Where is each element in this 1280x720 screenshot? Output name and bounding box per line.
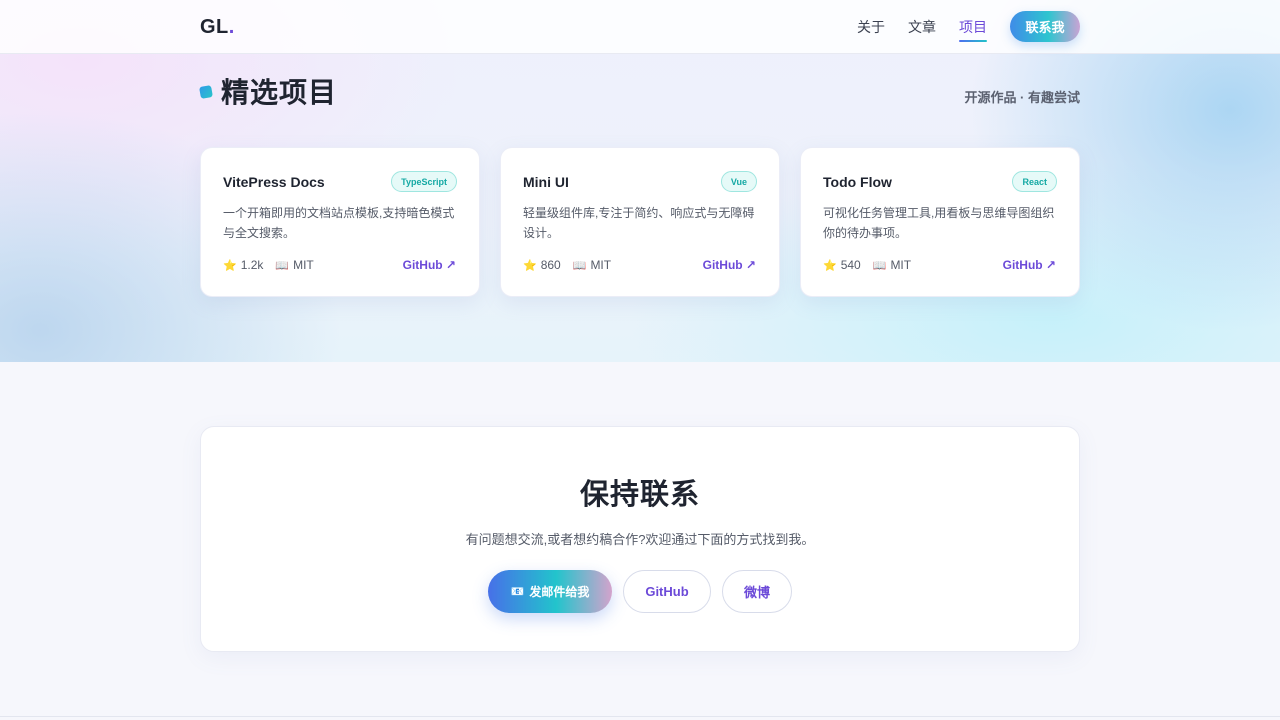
contact-description: 有问题想交流,或者想约稿合作?欢迎通过下面的方式找到我。 bbox=[465, 532, 815, 547]
logo-dot: . bbox=[228, 16, 235, 38]
project-description: 可视化任务管理工具,用看板与思维导图组织你的待办事项。 bbox=[823, 206, 1055, 240]
project-tag-badge: TypeScript bbox=[391, 171, 457, 192]
project-description: 一个开箱即用的文档站点模板,支持暗色模式与全文搜索。 bbox=[223, 206, 455, 240]
project-card-vitepress-docs: VitePress Docs TypeScript 一个开箱即用的文档站点模板,… bbox=[200, 147, 480, 297]
license-label: MIT bbox=[293, 258, 314, 272]
project-license: 📖 MIT bbox=[573, 258, 611, 272]
contact-me-button[interactable]: 联系我 bbox=[1010, 11, 1080, 42]
book-icon: 📖 bbox=[275, 259, 290, 272]
star-icon: ⭐ bbox=[223, 259, 237, 272]
send-email-label: 发邮件给我 bbox=[529, 585, 590, 599]
project-stars: ⭐ 540 bbox=[823, 258, 861, 272]
contact-title: 保持联系 bbox=[579, 479, 700, 511]
section-title: 精选项目 bbox=[221, 77, 338, 108]
section-subtitle: 开源作品 · 有趣尝试 bbox=[964, 90, 1080, 105]
project-title: Mini UI bbox=[523, 174, 569, 190]
main-nav: 关于 文章 项目 联系我 bbox=[857, 11, 1080, 42]
contact-buttons: 📧 发邮件给我 GitHub 微博 bbox=[488, 570, 792, 613]
project-meta: ⭐ 540 📖 MIT bbox=[823, 258, 923, 272]
project-stars: ⭐ 860 bbox=[523, 258, 561, 272]
mail-icon: 📧 bbox=[510, 586, 525, 598]
project-meta: ⭐ 860 📖 MIT bbox=[523, 258, 623, 272]
project-tag-badge: React bbox=[1012, 171, 1057, 192]
book-icon: 📖 bbox=[572, 259, 587, 272]
star-count: 540 bbox=[840, 258, 861, 272]
nav-link-projects[interactable]: 项目 bbox=[959, 12, 987, 42]
project-license: 📖 MIT bbox=[873, 258, 911, 272]
github-link[interactable]: GitHub ↗ bbox=[403, 258, 456, 272]
section-marker-icon bbox=[199, 85, 213, 99]
license-label: MIT bbox=[890, 258, 912, 272]
nav-link-about[interactable]: 关于 bbox=[857, 12, 885, 42]
project-card-todo-flow: Todo Flow React 可视化任务管理工具,用看板与思维导图组织你的待办… bbox=[800, 147, 1080, 297]
send-email-button[interactable]: 📧 发邮件给我 bbox=[488, 570, 612, 613]
site-logo[interactable]: GL. bbox=[200, 16, 235, 39]
project-title: VitePress Docs bbox=[223, 174, 325, 190]
footer-divider bbox=[0, 716, 1280, 717]
project-license: 📖 MIT bbox=[275, 258, 313, 272]
star-icon: ⭐ bbox=[523, 259, 537, 272]
star-icon: ⭐ bbox=[823, 259, 837, 272]
project-description: 轻量级组件库,专注于简约、响应式与无障碍设计。 bbox=[523, 206, 755, 240]
star-count: 1.2k bbox=[240, 258, 264, 272]
project-title: Todo Flow bbox=[823, 174, 892, 190]
project-card-mini-ui: Mini UI Vue 轻量级组件库,专注于简约、响应式与无障碍设计。 ⭐ 86… bbox=[500, 147, 780, 297]
contact-section: 保持联系 有问题想交流,或者想约稿合作?欢迎通过下面的方式找到我。 📧 发邮件给… bbox=[200, 426, 1080, 652]
license-label: MIT bbox=[590, 258, 612, 272]
book-icon: 📖 bbox=[872, 259, 887, 272]
star-count: 860 bbox=[540, 258, 561, 272]
project-tag-badge: Vue bbox=[720, 171, 757, 192]
github-link[interactable]: GitHub ↗ bbox=[703, 258, 756, 272]
project-meta: ⭐ 1.2k 📖 MIT bbox=[223, 258, 326, 272]
nav-link-articles[interactable]: 文章 bbox=[908, 12, 936, 42]
github-link[interactable]: GitHub ↗ bbox=[1003, 258, 1056, 272]
site-header: GL. 关于 文章 项目 联系我 bbox=[0, 0, 1280, 54]
weibo-button[interactable]: 微博 bbox=[722, 570, 792, 613]
logo-text: GL bbox=[200, 16, 229, 38]
github-button[interactable]: GitHub bbox=[623, 570, 711, 613]
project-stars: ⭐ 1.2k bbox=[223, 258, 263, 272]
